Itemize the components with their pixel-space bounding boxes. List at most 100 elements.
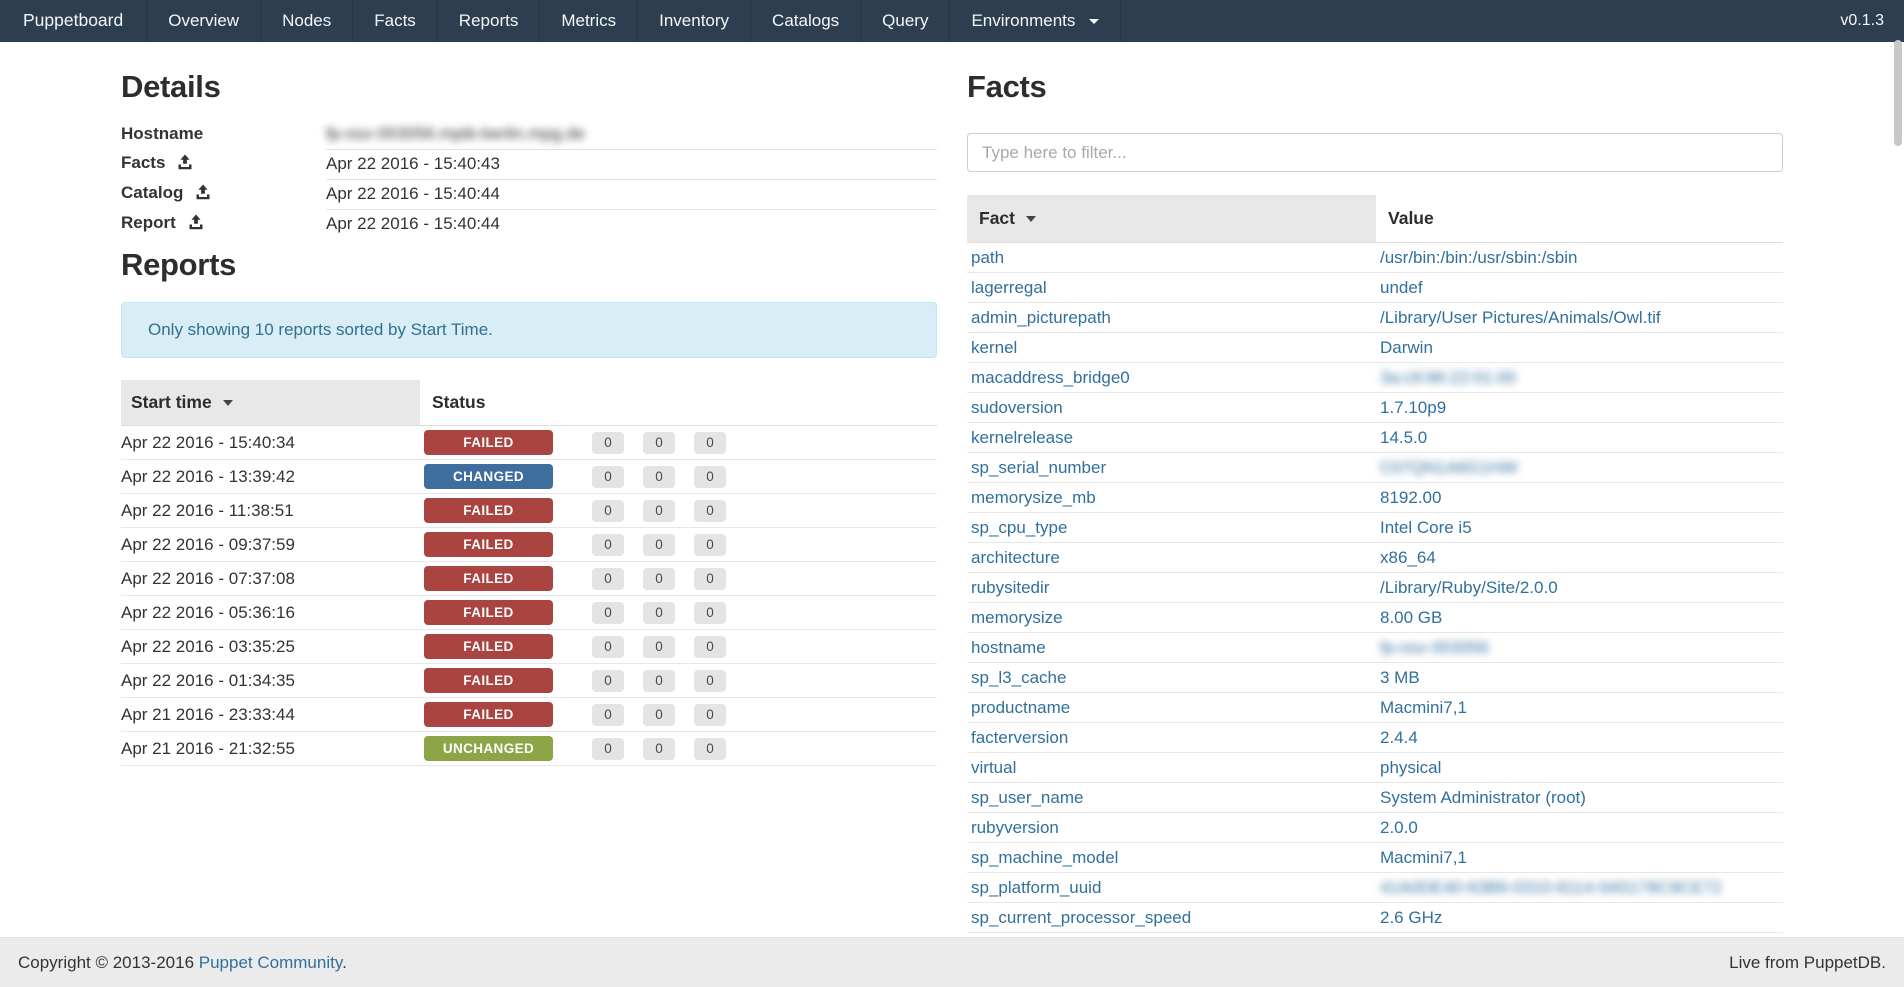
- fact-value-link[interactable]: 41A0DE40-63B6-0310-8114-0A5178C9CE72: [1380, 878, 1722, 897]
- fact-name-link[interactable]: sp_cpu_type: [971, 518, 1067, 537]
- details-row-label: Catalog: [121, 183, 183, 202]
- fact-name-link[interactable]: rubyversion: [971, 818, 1059, 837]
- report-row[interactable]: Apr 22 2016 - 13:39:42 CHANGED 000: [121, 460, 937, 494]
- fact-name-link[interactable]: admin_picturepath: [971, 308, 1111, 327]
- fact-value-link[interactable]: 14.5.0: [1380, 428, 1427, 447]
- details-row: Report Apr 22 2016 - 15:40:44: [121, 209, 937, 239]
- details-row-value: Apr 22 2016 - 15:40:44: [326, 184, 500, 203]
- vertical-scrollbar-thumb[interactable]: [1894, 40, 1902, 146]
- count-badge: 0: [643, 602, 675, 624]
- fact-name-link[interactable]: lagerregal: [971, 278, 1047, 297]
- fact-value-link[interactable]: /Library/User Pictures/Animals/Owl.tif: [1380, 308, 1661, 327]
- brand-link[interactable]: Puppetboard: [0, 0, 147, 42]
- fact-value-link[interactable]: C07QN1A6G1HW: [1380, 458, 1518, 477]
- column-header-start-time[interactable]: Start time: [121, 380, 420, 426]
- fact-row: sp_serial_number C07QN1A6G1HW: [967, 453, 1783, 483]
- fact-name-link[interactable]: sp_machine_model: [971, 848, 1118, 867]
- column-header-status[interactable]: Status: [420, 380, 937, 426]
- fact-value-link[interactable]: 2.4.4: [1380, 728, 1418, 747]
- fact-value-link[interactable]: fp-osx-003056: [1380, 638, 1489, 657]
- fact-value-link[interactable]: x86_64: [1380, 548, 1436, 567]
- puppet-community-link[interactable]: Puppet Community: [199, 953, 342, 972]
- column-header-fact[interactable]: Fact: [967, 195, 1376, 243]
- nav-item-query[interactable]: Query: [861, 0, 950, 42]
- report-row[interactable]: Apr 22 2016 - 07:37:08 FAILED 000: [121, 562, 937, 596]
- facts-filter-input[interactable]: [967, 133, 1783, 172]
- fact-name-link[interactable]: sudoversion: [971, 398, 1063, 417]
- fact-name-link[interactable]: sp_serial_number: [971, 458, 1106, 477]
- count-badge: 0: [643, 466, 675, 488]
- report-row[interactable]: Apr 22 2016 - 15:40:34 FAILED 000: [121, 426, 937, 460]
- fact-name-link[interactable]: kernel: [971, 338, 1017, 357]
- fact-value-link[interactable]: 2.0.0: [1380, 818, 1418, 837]
- details-row: Facts Apr 22 2016 - 15:40:43: [121, 149, 937, 179]
- upload-icon[interactable]: [188, 214, 204, 235]
- count-badge: 0: [694, 534, 726, 556]
- fact-value-link[interactable]: Darwin: [1380, 338, 1433, 357]
- fact-value-link[interactable]: physical: [1380, 758, 1441, 777]
- fact-name-link[interactable]: productname: [971, 698, 1070, 717]
- fact-value-link[interactable]: 3a:c9:86:22:01:00: [1380, 368, 1516, 387]
- report-row[interactable]: Apr 21 2016 - 21:32:55 UNCHANGED 000: [121, 732, 937, 766]
- fact-value-link[interactable]: 8192.00: [1380, 488, 1441, 507]
- count-badge: 0: [694, 432, 726, 454]
- fact-name-link[interactable]: path: [971, 248, 1004, 267]
- fact-name-link[interactable]: sp_current_processor_speed: [971, 908, 1191, 927]
- upload-icon[interactable]: [195, 184, 211, 205]
- fact-value-link[interactable]: 2.6 GHz: [1380, 908, 1442, 927]
- fact-value-link[interactable]: 1.7.10p9: [1380, 398, 1446, 417]
- column-header-value[interactable]: Value: [1376, 195, 1783, 243]
- nav-item-metrics[interactable]: Metrics: [540, 0, 638, 42]
- copyright-text: Copyright © 2013-2016 Puppet Community.: [18, 953, 347, 973]
- count-badge: 0: [643, 704, 675, 726]
- fact-value-link[interactable]: Intel Core i5: [1380, 518, 1472, 537]
- report-row[interactable]: Apr 22 2016 - 01:34:35 FAILED 000: [121, 664, 937, 698]
- fact-name-link[interactable]: memorysize_mb: [971, 488, 1096, 507]
- upload-icon[interactable]: [177, 154, 193, 175]
- details-row-label: Report: [121, 213, 176, 232]
- report-start-time: Apr 22 2016 - 03:35:25: [121, 630, 420, 664]
- fact-name-link[interactable]: sp_l3_cache: [971, 668, 1066, 687]
- nav-item-reports[interactable]: Reports: [438, 0, 541, 42]
- fact-name-link[interactable]: sp_user_name: [971, 788, 1083, 807]
- fact-name-link[interactable]: sp_platform_uuid: [971, 878, 1101, 897]
- count-badge: 0: [694, 466, 726, 488]
- fact-value-link[interactable]: undef: [1380, 278, 1423, 297]
- nav-item-nodes[interactable]: Nodes: [261, 0, 353, 42]
- fact-row: sp_current_processor_speed 2.6 GHz: [967, 903, 1783, 933]
- report-row[interactable]: Apr 22 2016 - 03:35:25 FAILED 000: [121, 630, 937, 664]
- fact-row: memorysize 8.00 GB: [967, 603, 1783, 633]
- nav-item-environments[interactable]: Environments: [950, 0, 1121, 42]
- fact-name-link[interactable]: virtual: [971, 758, 1016, 777]
- report-row[interactable]: Apr 22 2016 - 09:37:59 FAILED 000: [121, 528, 937, 562]
- fact-value-link[interactable]: Macmini7,1: [1380, 848, 1467, 867]
- nav-item-inventory[interactable]: Inventory: [638, 0, 751, 42]
- fact-value-link[interactable]: System Administrator (root): [1380, 788, 1586, 807]
- report-row[interactable]: Apr 22 2016 - 05:36:16 FAILED 000: [121, 596, 937, 630]
- fact-row: macaddress_bridge0 3a:c9:86:22:01:00: [967, 363, 1783, 393]
- fact-name-link[interactable]: hostname: [971, 638, 1046, 657]
- details-row-value: Apr 22 2016 - 15:40:44: [326, 214, 500, 233]
- fact-name-link[interactable]: macaddress_bridge0: [971, 368, 1130, 387]
- navbar: Puppetboard Overview Nodes Facts Reports…: [0, 0, 1904, 42]
- count-badge: 0: [694, 602, 726, 624]
- count-badge: 0: [694, 568, 726, 590]
- nav-item-catalogs[interactable]: Catalogs: [751, 0, 861, 42]
- fact-value-link[interactable]: /Library/Ruby/Site/2.0.0: [1380, 578, 1558, 597]
- nav-item-facts[interactable]: Facts: [353, 0, 438, 42]
- fact-name-link[interactable]: facterversion: [971, 728, 1068, 747]
- nav-item-overview[interactable]: Overview: [147, 0, 261, 42]
- fact-value-link[interactable]: Macmini7,1: [1380, 698, 1467, 717]
- fact-name-link[interactable]: architecture: [971, 548, 1060, 567]
- fact-name-link[interactable]: rubysitedir: [971, 578, 1049, 597]
- fact-name-link[interactable]: kernelrelease: [971, 428, 1073, 447]
- fact-row: rubyversion 2.0.0: [967, 813, 1783, 843]
- report-row[interactable]: Apr 21 2016 - 23:33:44 FAILED 000: [121, 698, 937, 732]
- fact-value-link[interactable]: 3 MB: [1380, 668, 1420, 687]
- report-start-time: Apr 22 2016 - 01:34:35: [121, 664, 420, 698]
- fact-name-link[interactable]: memorysize: [971, 608, 1063, 627]
- facts-title: Facts: [967, 69, 1783, 105]
- report-row[interactable]: Apr 22 2016 - 11:38:51 FAILED 000: [121, 494, 937, 528]
- fact-value-link[interactable]: /usr/bin:/bin:/usr/sbin:/sbin: [1380, 248, 1577, 267]
- fact-value-link[interactable]: 8.00 GB: [1380, 608, 1442, 627]
